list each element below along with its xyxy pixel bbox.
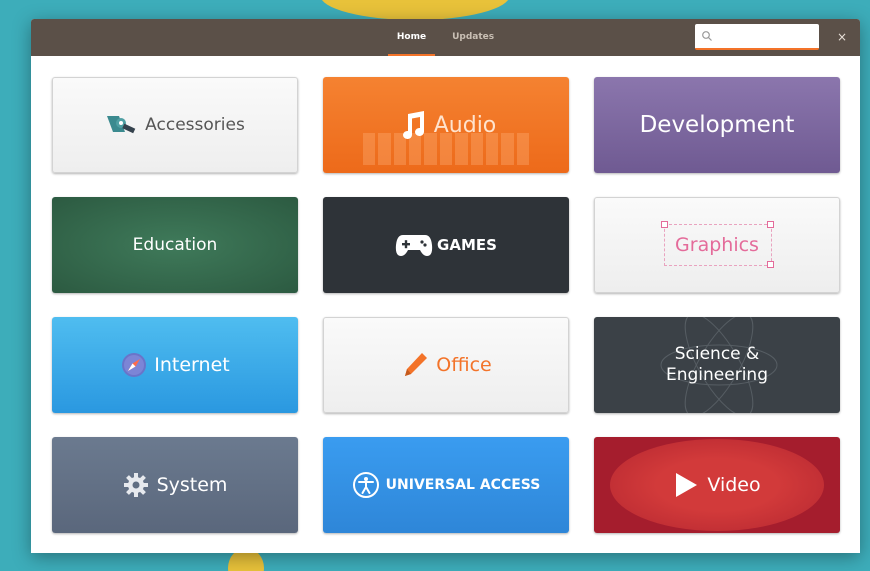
compass-icon (122, 353, 147, 377)
gear-icon (123, 473, 148, 497)
category-label: Audio (433, 112, 497, 138)
category-system[interactable]: System (52, 437, 298, 533)
category-label: Internet (154, 354, 230, 376)
category-graphics[interactable]: Graphics (594, 197, 840, 293)
tab-home[interactable]: Home (387, 19, 436, 56)
category-label: System (156, 474, 228, 496)
search-icon (702, 31, 712, 41)
category-video[interactable]: Video (594, 437, 840, 533)
accessibility-icon (352, 472, 379, 498)
gamepad-icon (395, 235, 433, 256)
category-label: Science & Engineering (666, 344, 768, 385)
category-label: Education (132, 235, 218, 255)
search-input[interactable] (717, 27, 817, 47)
tab-updates[interactable]: Updates (443, 19, 503, 56)
app-center-window: Home Updates × Accessories Audio Develop… (31, 19, 860, 553)
category-internet[interactable]: Internet (52, 317, 298, 413)
category-label: GAMES (437, 236, 497, 254)
category-development[interactable]: Development (594, 77, 840, 173)
category-label: Video (707, 474, 761, 496)
category-education[interactable]: Education (52, 197, 298, 293)
accessories-icon (107, 116, 136, 134)
category-universal-access[interactable]: UNIVERSAL ACCESS (323, 437, 569, 533)
pencil-icon (405, 353, 428, 376)
headerbar: Home Updates × (31, 19, 860, 56)
category-label: Development (639, 112, 795, 138)
music-note-icon (402, 111, 424, 139)
selection-handle (767, 261, 774, 268)
category-label: UNIVERSAL ACCESS (385, 477, 541, 493)
category-accessories[interactable]: Accessories (52, 77, 298, 173)
category-label: Graphics (675, 234, 759, 256)
play-icon (676, 473, 698, 497)
selection-handle (767, 221, 774, 228)
selection-handle (661, 221, 668, 228)
category-label: Office (436, 354, 492, 376)
category-games[interactable]: GAMES (323, 197, 569, 293)
close-button[interactable]: × (835, 30, 849, 44)
category-label: Accessories (145, 115, 245, 135)
category-science-engineering[interactable]: Science & Engineering (594, 317, 840, 413)
search-field[interactable] (695, 24, 819, 50)
category-audio[interactable]: Audio (323, 77, 569, 173)
wallpaper-shape (320, 0, 510, 20)
category-office[interactable]: Office (323, 317, 569, 413)
